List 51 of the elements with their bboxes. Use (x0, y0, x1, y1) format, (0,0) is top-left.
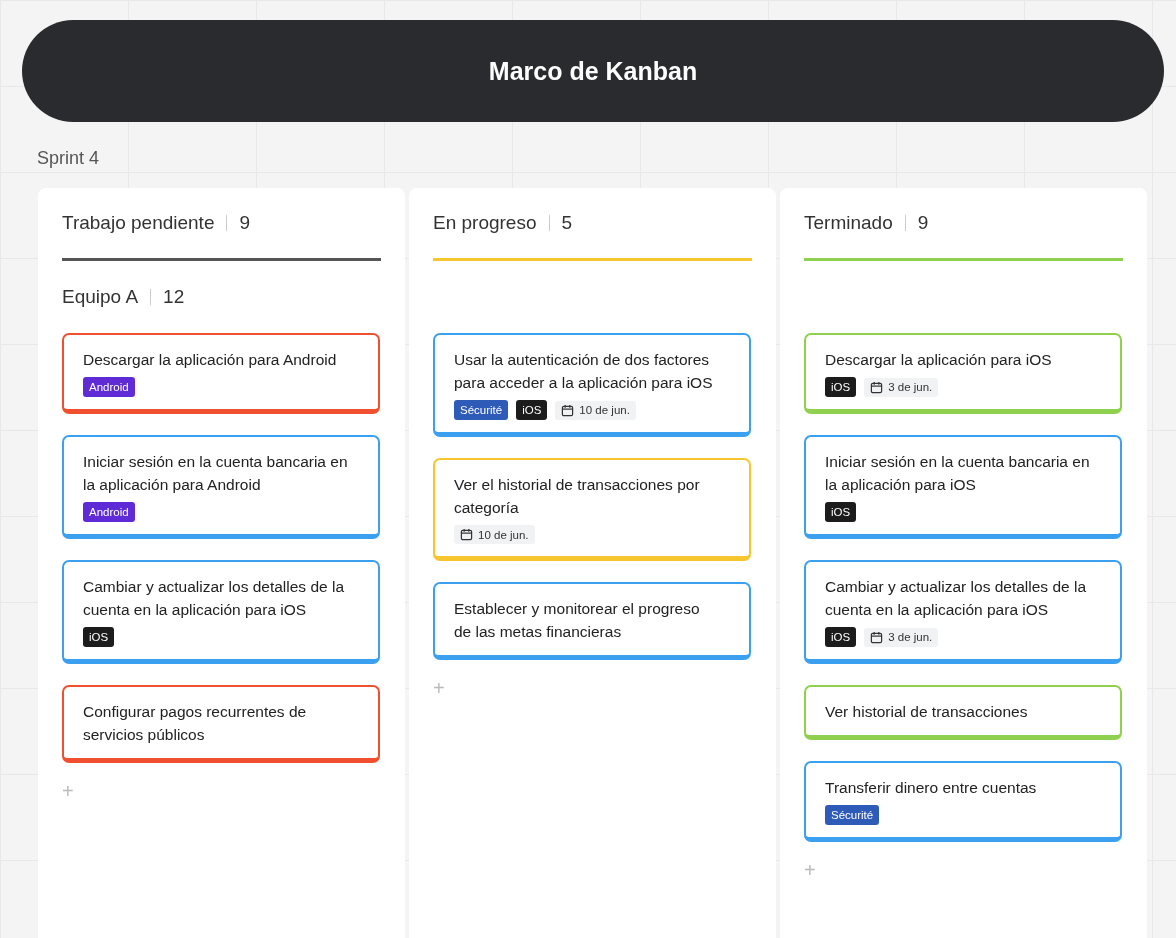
date-text: 3 de jun. (888, 631, 933, 643)
task-card[interactable]: Usar la autenticación de dos factores para acceder a la aplicación para iOS Sécurité iOS 10 de jun. (433, 333, 751, 437)
lane-title: Equipo A (62, 286, 139, 308)
card-title: Cambiar y actualizar los detalles de la cuenta en la aplicación para iOS (825, 577, 1088, 620)
card-title: Ver el historial de transacciones por categoría (454, 475, 701, 518)
task-card[interactable]: Ver historial de transacciones (804, 685, 1122, 740)
card-title: Iniciar sesión en la cuenta bancaria en la aplicación para Android (83, 452, 348, 495)
board-title: Marco de Kanban (488, 56, 698, 86)
tag: iOS (825, 502, 857, 522)
tag: iOS (825, 627, 857, 647)
column-title: En progreso (433, 212, 537, 234)
lane-count: 12 (163, 286, 185, 308)
calendar-icon (460, 528, 473, 541)
task-card[interactable]: Cambiar y actualizar los detalles de la cuenta en la aplicación para iOS iOS 3 de jun. (804, 560, 1122, 664)
column-title: Trabajo pendiente (62, 212, 215, 234)
date-text: 3 de jun. (888, 381, 933, 393)
task-card[interactable]: Establecer y monitorear el progreso de las metas financieras (433, 582, 751, 660)
task-card[interactable]: Configurar pagos recurrentes de servicios públicos (62, 685, 380, 763)
task-card[interactable]: Descargar la aplicación para iOS iOS 3 de jun. (804, 333, 1122, 414)
tag: iOS (83, 627, 115, 647)
tag: iOS (516, 400, 548, 420)
calendar-icon (870, 380, 884, 394)
task-card[interactable]: Cambiar y actualizar los detalles de la cuenta en la aplicación para iOS iOS (62, 560, 380, 664)
column-count: 5 (561, 212, 573, 234)
task-card[interactable]: Ver el historial de transacciones por categoría 10 de jun. (433, 458, 751, 561)
task-card[interactable]: Transferir dinero entre cuentas Sécurité (804, 761, 1122, 842)
sprint-label: Sprint 4 (37, 148, 101, 169)
card-title: Descargar la aplicación para Android (83, 350, 338, 370)
date-text: 10 de jun. (579, 404, 630, 416)
tag: Android (83, 502, 135, 522)
card-title: Establecer y monitorear el progreso de las metas financieras (454, 599, 701, 642)
task-card[interactable]: Descargar la aplicación para Android Android (62, 333, 380, 414)
card-title: Configurar pagos recurrentes de servicios públicos (83, 702, 308, 745)
tag: Sécurité (825, 805, 880, 825)
card-title: Usar la autenticación de dos factores para acceder a la aplicación para iOS (454, 350, 714, 393)
tag: Android (83, 377, 135, 397)
date-text: 10 de jun. (478, 528, 529, 541)
calendar-icon (870, 630, 884, 644)
tag: iOS (825, 377, 857, 397)
column-count: 9 (917, 212, 929, 234)
task-card[interactable]: Iniciar sesión en la cuenta bancaria en la aplicación para iOS iOS (804, 435, 1122, 539)
task-card[interactable]: Iniciar sesión en la cuenta bancaria en la aplicación para Android Android (62, 435, 380, 539)
calendar-icon (561, 403, 575, 417)
tag: Sécurité (454, 400, 509, 420)
card-title: Iniciar sesión en la cuenta bancaria en la aplicación para iOS (825, 452, 1090, 495)
card-title: Transferir dinero entre cuentas (825, 778, 1038, 798)
column-count: 9 (239, 212, 251, 234)
card-title: Ver historial de transacciones (825, 702, 1029, 722)
card-title: Descargar la aplicación para iOS (825, 350, 1053, 370)
card-title: Cambiar y actualizar los detalles de la cuenta en la aplicación para iOS (83, 577, 346, 620)
column-title: Terminado (804, 212, 893, 234)
